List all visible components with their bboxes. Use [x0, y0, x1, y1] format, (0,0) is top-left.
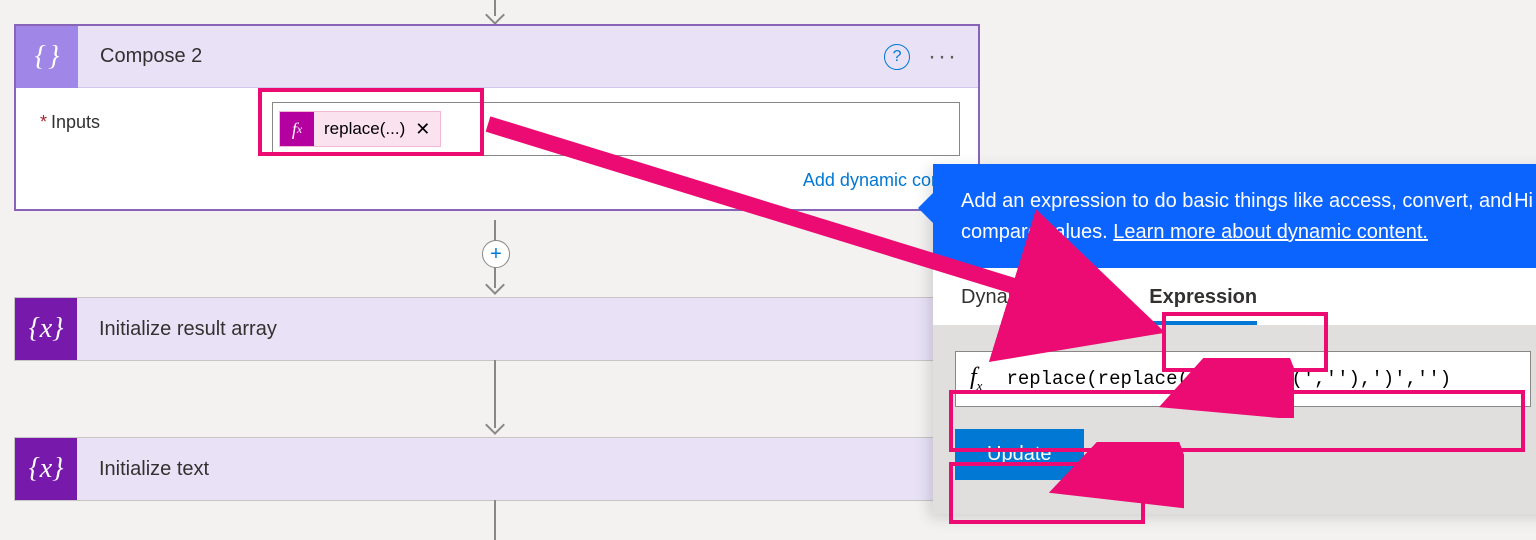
compose-icon: { }: [16, 26, 78, 88]
connector-line: [494, 500, 496, 540]
inputs-label-text: Inputs: [51, 112, 100, 132]
flow-canvas: { } Compose 2 ? ··· *Inputs fx replace(.…: [0, 0, 1536, 532]
add-dynamic-content-link[interactable]: Add dynamic conte: [16, 158, 978, 209]
connector-arrow: [485, 5, 505, 25]
action-title: Initialize text: [77, 458, 935, 481]
variable-icon: {x}: [15, 298, 77, 360]
tab-dynamic-content[interactable]: Dynamic conte: [961, 286, 1093, 325]
expression-value: replace(replace('(100)','(',''),')',''): [1006, 368, 1451, 390]
action-header[interactable]: { } Compose 2 ? ···: [16, 26, 978, 88]
update-button[interactable]: Update: [955, 429, 1084, 480]
hide-link[interactable]: Hi: [1514, 186, 1533, 217]
action-title: Compose 2: [78, 45, 884, 68]
learn-more-link[interactable]: Learn more about dynamic content.: [1113, 221, 1428, 243]
help-icon[interactable]: ?: [884, 44, 910, 70]
popup-tabs: Dynamic conte Expression: [933, 268, 1536, 325]
action-title: Initialize result array: [77, 318, 935, 341]
expression-area: fx replace(replace('(100)','(',''),')','…: [933, 325, 1536, 514]
inputs-label: *Inputs: [40, 102, 272, 133]
expression-popup: Add an expression to do basic things lik…: [933, 164, 1536, 514]
add-step-button[interactable]: +: [482, 240, 510, 268]
action-header[interactable]: {x} Initialize result array ?: [15, 298, 979, 360]
inputs-field[interactable]: fx replace(...) ✕: [272, 102, 960, 156]
action-compose-2[interactable]: { } Compose 2 ? ··· *Inputs fx replace(.…: [14, 24, 980, 211]
inputs-row: *Inputs fx replace(...) ✕: [16, 88, 978, 158]
variable-icon: {x}: [15, 438, 77, 500]
action-initialize-result-array[interactable]: {x} Initialize result array ?: [14, 297, 980, 361]
connector-arrow: [485, 275, 505, 295]
token-text: replace(...): [324, 119, 405, 139]
expression-token[interactable]: fx replace(...) ✕: [279, 111, 441, 147]
popup-pointer: [918, 192, 934, 224]
connector-arrow: [485, 415, 505, 435]
fx-icon: fx: [280, 112, 314, 146]
fx-icon: fx: [970, 364, 982, 394]
popup-tip: Add an expression to do basic things lik…: [933, 164, 1536, 268]
tab-expression[interactable]: Expression: [1149, 286, 1257, 325]
action-header[interactable]: {x} Initialize text ?: [15, 438, 979, 500]
token-remove-icon[interactable]: ✕: [415, 119, 430, 140]
expression-input[interactable]: fx replace(replace('(100)','(',''),')','…: [955, 351, 1531, 407]
action-initialize-text[interactable]: {x} Initialize text ?: [14, 437, 980, 501]
more-menu-icon[interactable]: ···: [928, 43, 958, 71]
